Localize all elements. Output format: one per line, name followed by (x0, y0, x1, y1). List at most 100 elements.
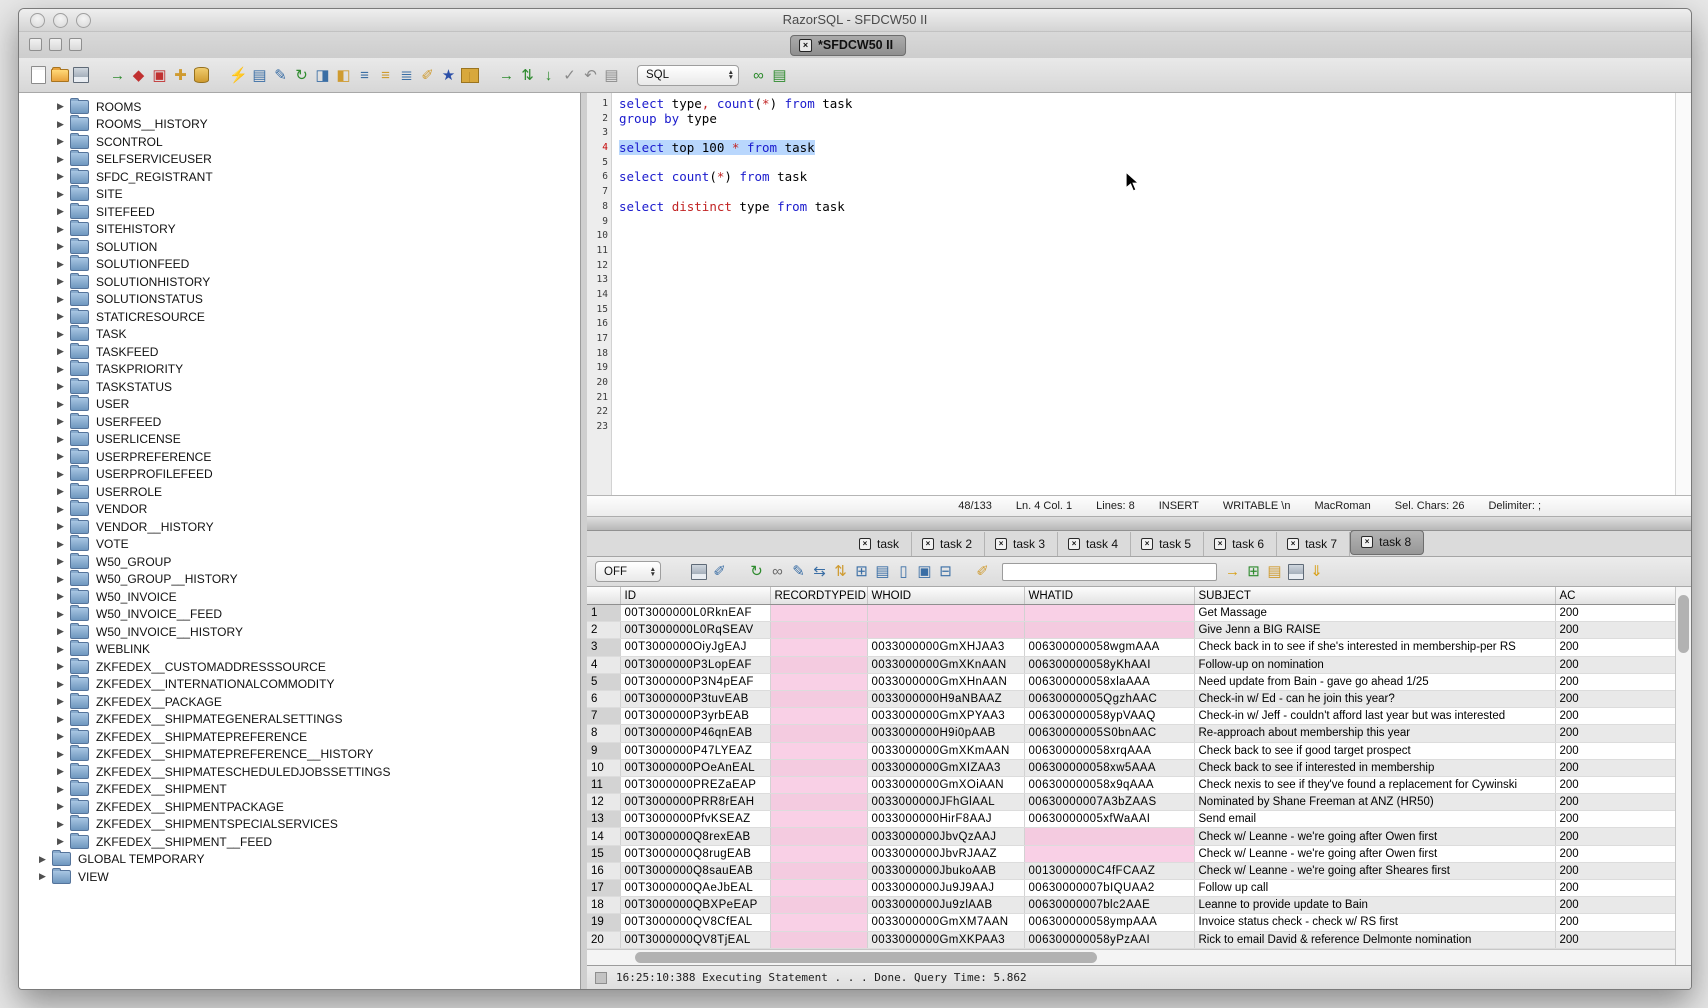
row-number[interactable]: 8 (587, 725, 620, 742)
expand-triangle-icon[interactable]: ▶ (57, 731, 70, 742)
grid-cell[interactable]: 200 (1555, 690, 1676, 707)
grid-cell[interactable]: 00T3000000P3N4pEAF (620, 673, 770, 690)
table-copy-icon[interactable]: ⊟ (936, 562, 955, 581)
tree-item-sitefeed[interactable]: ▶SITEFEED (19, 203, 581, 221)
row-number[interactable]: 20 (587, 931, 620, 948)
tab-close-icon[interactable]: × (1287, 538, 1299, 550)
row-number[interactable]: 17 (587, 880, 620, 897)
grid-cell[interactable]: 00T3000000QV8CfEAL (620, 914, 770, 931)
grid-cell[interactable]: 00T3000000Q8rugEAB (620, 845, 770, 862)
tree-item-global-temporary[interactable]: ▶GLOBAL TEMPORARY (19, 851, 581, 869)
grid-cell[interactable]: 0033000000Ju9J9AAJ (867, 880, 1024, 897)
code-line[interactable] (619, 420, 1691, 435)
format-sql-icon[interactable]: ✐ (418, 66, 437, 85)
expand-triangle-icon[interactable]: ▶ (57, 136, 70, 147)
horizontal-splitter[interactable] (587, 517, 1691, 531)
grid-cell[interactable]: 200 (1555, 914, 1676, 931)
new-file-icon[interactable] (29, 66, 48, 85)
grid-cell[interactable] (770, 639, 867, 656)
expand-triangle-icon[interactable]: ▶ (57, 434, 70, 445)
transfer-arrows-icon[interactable]: ⇆ (810, 562, 829, 581)
grid-cell[interactable]: 006300000058x9qAAA (1024, 776, 1194, 793)
row-number[interactable]: 1 (587, 605, 620, 622)
grid-cell[interactable]: 200 (1555, 828, 1676, 845)
expand-triangle-icon[interactable]: ▶ (57, 486, 70, 497)
grid-cell[interactable]: Check back in to see if she's interested… (1194, 639, 1555, 656)
tree-item-weblink[interactable]: ▶WEBLINK (19, 641, 581, 659)
row-number[interactable]: 10 (587, 759, 620, 776)
refresh-table-icon[interactable]: ⊞ (852, 562, 871, 581)
highlighter-pen-icon[interactable]: ✐ (973, 562, 992, 581)
tree-item-rooms[interactable]: ▶ROOMS (19, 98, 581, 116)
code-line[interactable]: select top 100 * from task (619, 141, 1691, 156)
row-number[interactable]: 7 (587, 708, 620, 725)
edit-filter-icon[interactable]: ✐ (710, 562, 729, 581)
expand-triangle-icon[interactable]: ▶ (57, 171, 70, 182)
row-number[interactable]: 4 (587, 656, 620, 673)
grid-cell[interactable] (770, 897, 867, 914)
grid-cell[interactable]: Follow-up on nomination (1194, 656, 1555, 673)
tree-item-vote[interactable]: ▶VOTE (19, 536, 581, 554)
clipboard-icon[interactable]: ▤ (602, 66, 621, 85)
grid-cell[interactable]: 00T3000000P3yrbEAB (620, 708, 770, 725)
grid-cell[interactable]: 006300000058yKhAAI (1024, 656, 1194, 673)
row-number[interactable]: 18 (587, 897, 620, 914)
result-tab-task-4[interactable]: ×task 4 (1058, 532, 1131, 556)
execute-fetch-icon[interactable]: ⇅ (518, 66, 537, 85)
tab-close-icon[interactable]: × (922, 538, 934, 550)
grid-cell[interactable]: 200 (1555, 656, 1676, 673)
grid-cell[interactable] (770, 776, 867, 793)
grid-cell[interactable]: 00T3000000L0RknEAF (620, 605, 770, 622)
grid-cell[interactable] (770, 708, 867, 725)
expand-triangle-icon[interactable]: ▶ (57, 311, 70, 322)
copy-connection-icon[interactable]: ▣ (150, 66, 169, 85)
grid-cell[interactable] (770, 880, 867, 897)
copy-results-icon[interactable]: ▣ (915, 562, 934, 581)
export-add-icon[interactable]: ⊞ (1244, 562, 1263, 581)
expand-triangle-icon[interactable]: ▶ (57, 416, 70, 427)
grid-cell[interactable]: 00630000005S0bnAAC (1024, 725, 1194, 742)
tree-item-zkfedex-shipmentspecialservices[interactable]: ▶ZKFEDEX__SHIPMENTSPECIALSERVICES (19, 816, 581, 834)
execute-all-icon[interactable]: ↓ (539, 66, 558, 85)
sql-mode-select[interactable]: SQL ▲▼ (637, 65, 739, 86)
code-line[interactable] (619, 215, 1691, 230)
grid-cell[interactable]: 00T3000000Q8rexEAB (620, 828, 770, 845)
tree-item-w50-group[interactable]: ▶W50_GROUP (19, 553, 581, 571)
tree-item-staticresource[interactable]: ▶STATICRESOURCE (19, 308, 581, 326)
grid-cell[interactable]: 0033000000Ju9zlAAB (867, 897, 1024, 914)
expand-triangle-icon[interactable]: ▶ (57, 189, 70, 200)
grid-cell[interactable]: 200 (1555, 931, 1676, 948)
grid-cell[interactable]: 00T3000000P46qnEAB (620, 725, 770, 742)
grid-vertical-scrollbar-thumb[interactable] (1678, 595, 1689, 653)
grid-cell[interactable]: 0033000000GmXKPAA3 (867, 931, 1024, 948)
expand-triangle-icon[interactable]: ▶ (57, 381, 70, 392)
tree-item-zkfedex-shipmatepreference-history[interactable]: ▶ZKFEDEX__SHIPMATEPREFERENCE__HISTORY (19, 746, 581, 764)
tree-item-userlicense[interactable]: ▶USERLICENSE (19, 431, 581, 449)
column-header-whatid[interactable]: WHATID (1024, 587, 1194, 605)
code-line[interactable] (619, 347, 1691, 362)
expand-triangle-icon[interactable]: ▶ (57, 521, 70, 532)
refresh-objects-icon[interactable]: ↻ (292, 66, 311, 85)
grid-cell[interactable]: 200 (1555, 880, 1676, 897)
tab-close-icon[interactable]: × (1214, 538, 1226, 550)
grid-cell[interactable]: 0033000000JbvRJAAZ (867, 845, 1024, 862)
result-tab-task[interactable]: ×task (849, 532, 912, 556)
grid-cell[interactable]: Check-in w/ Jeff - couldn't afford last … (1194, 708, 1555, 725)
grid-cell[interactable] (1024, 845, 1194, 862)
internal-frame-button-3-icon[interactable] (69, 38, 82, 51)
grid-cell[interactable]: 006300000058wgmAAA (1024, 639, 1194, 656)
document-tab-close-icon[interactable]: × (799, 39, 812, 52)
expand-triangle-icon[interactable]: ▶ (57, 276, 70, 287)
expand-triangle-icon[interactable]: ▶ (57, 696, 70, 707)
tree-item-vendor-history[interactable]: ▶VENDOR__HISTORY (19, 518, 581, 536)
expand-triangle-icon[interactable]: ▶ (57, 504, 70, 515)
grid-cell[interactable]: 200 (1555, 897, 1676, 914)
expand-triangle-icon[interactable]: ▶ (57, 101, 70, 112)
expand-triangle-icon[interactable]: ▶ (57, 556, 70, 567)
expand-triangle-icon[interactable]: ▶ (57, 119, 70, 130)
grid-cell[interactable] (770, 622, 867, 639)
expand-triangle-icon[interactable]: ▶ (57, 679, 70, 690)
document-tab[interactable]: × *SFDCW50 II (790, 35, 906, 56)
grid-cell[interactable]: 0013000000C4fFCAAZ (1024, 862, 1194, 879)
expand-triangle-icon[interactable]: ▶ (57, 469, 70, 480)
